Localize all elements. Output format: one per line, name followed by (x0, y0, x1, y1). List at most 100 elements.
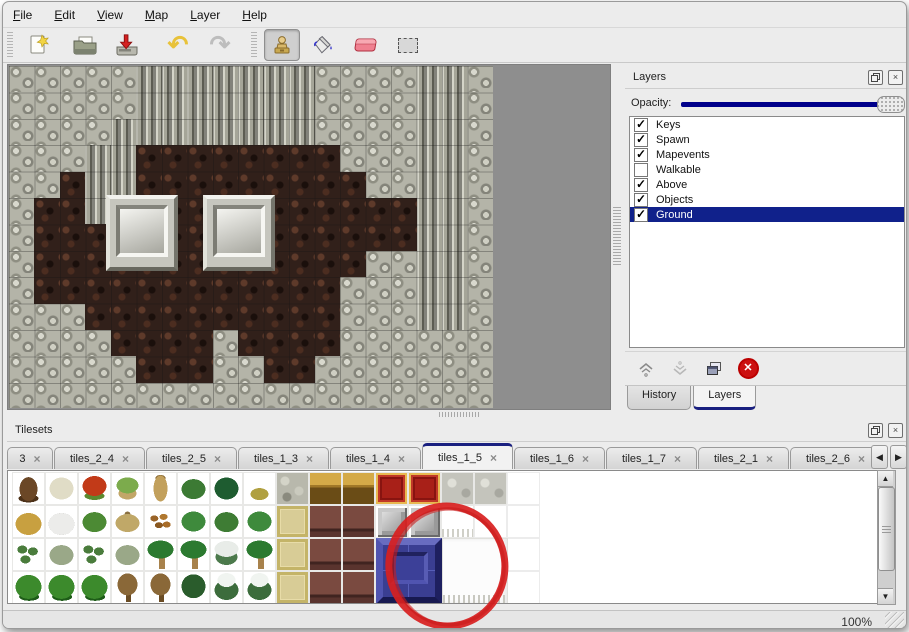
map-tile[interactable] (34, 145, 59, 171)
tileset-cell-sprigs[interactable] (12, 538, 45, 571)
map-tile[interactable] (111, 383, 136, 408)
map-tile[interactable] (366, 92, 391, 118)
map-tile[interactable] (34, 198, 59, 224)
tileset-cell-flowers-purple[interactable] (177, 472, 210, 505)
map-tile[interactable] (187, 330, 212, 356)
map-tile[interactable] (467, 251, 492, 277)
map-tile[interactable] (467, 119, 492, 145)
map-tile[interactable] (366, 330, 391, 356)
tileset-cell-maroon[interactable] (309, 538, 342, 571)
map-tile[interactable] (366, 172, 391, 198)
close-tab-icon[interactable]: × (490, 452, 497, 464)
tileset-cell-graystone[interactable] (441, 472, 474, 505)
map-tile[interactable] (340, 66, 365, 92)
tileset-cell-graystone[interactable] (474, 472, 507, 505)
map-tile[interactable] (264, 145, 289, 171)
map-tile[interactable] (289, 356, 314, 382)
toolbar-grip[interactable] (7, 32, 13, 58)
scroll-tabs-left-button[interactable]: ◀ (871, 445, 888, 469)
map-tile[interactable] (9, 66, 34, 92)
tileset-cell-tree-dead[interactable] (144, 571, 177, 604)
scrollbar-down-arrow[interactable]: ▼ (878, 588, 893, 604)
map-tile[interactable] (9, 251, 34, 277)
map-tile[interactable] (60, 383, 85, 408)
map-tile[interactable] (467, 330, 492, 356)
map-tile[interactable] (60, 224, 85, 250)
eraser-tool-button[interactable] (348, 29, 384, 61)
map-tile[interactable] (417, 251, 442, 277)
tileset-cell-sprigs[interactable] (78, 538, 111, 571)
tileset-cell-lilypad[interactable] (243, 505, 276, 538)
map-tile[interactable] (391, 119, 416, 145)
map-tile[interactable] (366, 383, 391, 408)
map-tile[interactable] (238, 145, 263, 171)
menu-layer[interactable]: Layer (190, 8, 220, 22)
map-tile[interactable] (111, 145, 136, 171)
map-tile[interactable] (340, 277, 365, 303)
map-tile[interactable] (417, 383, 442, 408)
map-tile[interactable] (442, 277, 467, 303)
map-tile[interactable] (34, 304, 59, 330)
opacity-slider-handle[interactable] (877, 96, 905, 113)
map-tile[interactable] (162, 145, 187, 171)
map-tile[interactable] (340, 198, 365, 224)
map-tile[interactable] (442, 383, 467, 408)
map-tile[interactable] (315, 277, 340, 303)
map-tile[interactable] (238, 119, 263, 145)
map-tile[interactable] (85, 330, 110, 356)
tileset-cell-lilypad[interactable] (177, 505, 210, 538)
map-tile[interactable] (467, 66, 492, 92)
map-tile[interactable] (34, 66, 59, 92)
map-tile[interactable] (60, 92, 85, 118)
tileset-tab-tiles_1_7[interactable]: tiles_1_7× (606, 447, 697, 469)
close-tab-icon[interactable]: × (214, 453, 221, 465)
map-tile[interactable] (391, 304, 416, 330)
map-tile[interactable] (442, 66, 467, 92)
tileset-cell-branch[interactable] (45, 472, 78, 505)
map-tile[interactable] (289, 198, 314, 224)
map-tile[interactable] (340, 304, 365, 330)
map-tile[interactable] (289, 304, 314, 330)
map-tile[interactable] (442, 330, 467, 356)
map-tile[interactable] (9, 304, 34, 330)
dock-tab-history[interactable]: History (627, 386, 691, 410)
map-tile[interactable] (238, 277, 263, 303)
map-tile[interactable] (213, 277, 238, 303)
tileset-cell-bush-green[interactable] (45, 571, 78, 604)
layer-visibility-checkbox[interactable]: ✓ (634, 133, 648, 147)
map-tile[interactable] (9, 119, 34, 145)
map-tile[interactable] (238, 304, 263, 330)
tileset-cell-tree-dead[interactable] (111, 571, 144, 604)
map-tile[interactable] (136, 330, 161, 356)
map-tile[interactable] (315, 304, 340, 330)
tileset-cell-snowpalm[interactable] (210, 538, 243, 571)
map-tile[interactable] (417, 356, 442, 382)
save-button[interactable] (109, 29, 145, 61)
map-tile[interactable] (85, 304, 110, 330)
close-tab-icon[interactable]: × (398, 453, 405, 465)
map-tile[interactable] (315, 172, 340, 198)
map-tile[interactable] (264, 330, 289, 356)
tileset-cell-stump[interactable] (111, 472, 144, 505)
duplicate-layer-button[interactable] (703, 358, 725, 380)
tileset-cell-maroon[interactable] (342, 538, 375, 571)
menu-help[interactable]: Help (242, 8, 267, 22)
map-tile[interactable] (417, 119, 442, 145)
tileset-cell-white[interactable] (474, 505, 507, 538)
map-tile[interactable] (315, 251, 340, 277)
layer-row-above[interactable]: ✓ Above (630, 177, 904, 192)
tileset-content[interactable] (7, 470, 893, 604)
tileset-cell-bush-dry[interactable] (111, 505, 144, 538)
map-tile[interactable] (391, 330, 416, 356)
map-tile[interactable] (391, 66, 416, 92)
map-tile[interactable] (136, 277, 161, 303)
new-file-button[interactable] (20, 29, 56, 61)
map-tile[interactable] (238, 66, 263, 92)
layer-row-ground[interactable]: ✓ Ground (630, 207, 904, 222)
white-block-tile[interactable] (442, 538, 508, 604)
map-tile[interactable] (9, 198, 34, 224)
map-tile[interactable] (467, 224, 492, 250)
fill-tool-button[interactable] (306, 29, 342, 61)
rect-select-tool-button[interactable] (390, 29, 426, 61)
map-tile[interactable] (136, 383, 161, 408)
